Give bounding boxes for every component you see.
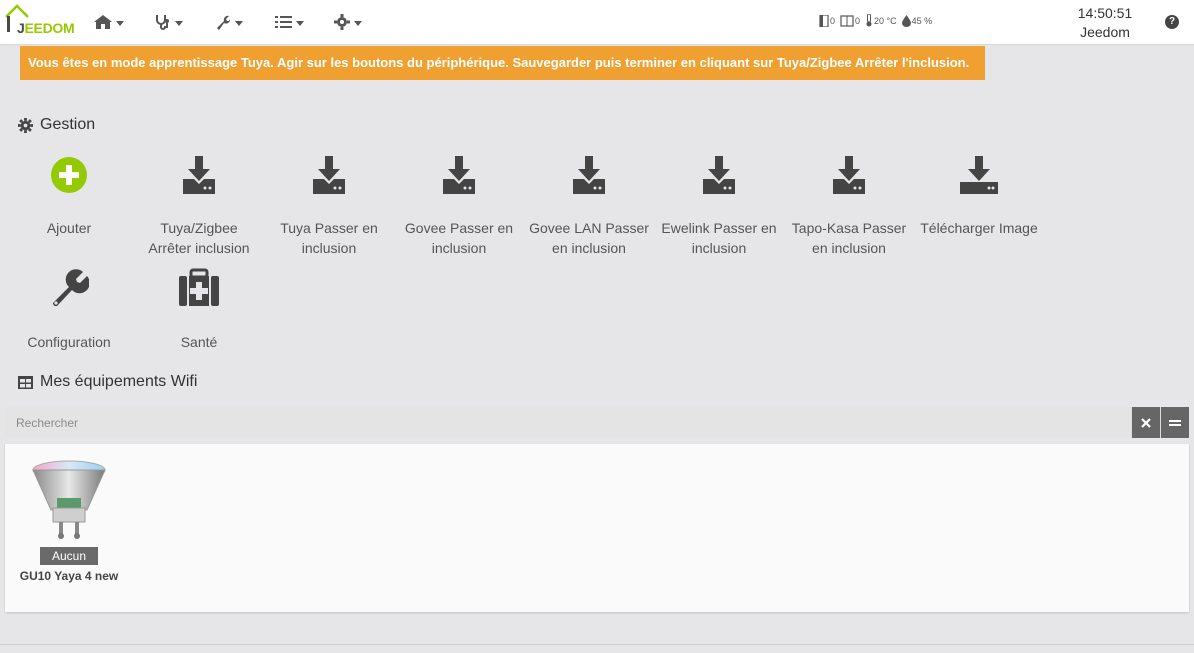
- tile-label: Ajouter: [46, 220, 92, 236]
- plus-circle-icon: [51, 157, 87, 193]
- add-equipment-button[interactable]: Ajouter: [4, 156, 134, 238]
- download-icon: [573, 156, 605, 194]
- tuya-inclusion-button[interactable]: Tuya Passer en inclusion: [264, 156, 394, 258]
- tuya-zigbee-stop-inclusion-button[interactable]: Tuya/Zigbee Arrêter inclusion: [134, 156, 264, 258]
- download-icon: [313, 156, 345, 194]
- search-input[interactable]: [5, 407, 1131, 438]
- nav-menu-analysis[interactable]: [155, 12, 183, 32]
- home-icon: [94, 15, 112, 29]
- top-navbar: JEEDOM 0 0 20 °C 45 % 14:50:51 Jeedom ?: [0, 0, 1194, 45]
- table-icon: [18, 375, 33, 389]
- door-icon: [819, 14, 829, 27]
- clear-search-button[interactable]: [1132, 407, 1160, 438]
- gear-icon: [18, 117, 33, 133]
- govee-lan-inclusion-button[interactable]: Govee LAN Passer en inclusion: [524, 156, 654, 258]
- tile-label: Tuya/Zigbee Arrêter inclusion: [148, 220, 250, 256]
- tile-label: Tuya Passer en inclusion: [280, 220, 378, 256]
- humidity-value: 45 %: [911, 15, 933, 26]
- temperature-value: 20 °C: [874, 15, 897, 26]
- close-icon: [1141, 417, 1151, 428]
- gestion-title-text: Gestion: [40, 116, 96, 133]
- nav-menu-plugins[interactable]: [275, 12, 304, 32]
- chevron-down-icon: [235, 20, 243, 26]
- chevron-down-icon: [175, 20, 183, 26]
- door-count: 0: [830, 15, 836, 26]
- nav-menu-tools[interactable]: [215, 12, 243, 32]
- equals-icon: [1169, 419, 1181, 426]
- inclusion-mode-alert: Vous êtes en mode apprentissage Tuya. Ag…: [20, 46, 985, 80]
- toggle-view-button[interactable]: [1161, 407, 1189, 438]
- tapo-kasa-inclusion-button[interactable]: Tapo-Kasa Passer en inclusion: [784, 156, 914, 258]
- nav-menu-settings[interactable]: [334, 12, 362, 32]
- window-icon: [840, 14, 854, 27]
- tile-label: Tapo-Kasa Passer en inclusion: [791, 220, 907, 256]
- user-name[interactable]: Jeedom: [1060, 23, 1150, 42]
- tile-label: Santé: [180, 334, 218, 350]
- download-drive-icon: [960, 156, 998, 194]
- stethoscope-icon: [156, 15, 169, 30]
- equipment-list-panel: Aucun GU10 Yaya 4 new: [5, 444, 1189, 612]
- equipments-section-title: Mes équipements Wifi: [18, 373, 197, 391]
- equipments-title-text: Mes équipements Wifi: [40, 373, 198, 390]
- health-button[interactable]: Santé: [134, 268, 264, 352]
- clock-time: 14:50:51: [1077, 5, 1133, 21]
- download-image-button[interactable]: Télécharger Image: [914, 156, 1044, 238]
- gestion-section-title: Gestion: [18, 116, 95, 134]
- download-icon: [443, 156, 475, 194]
- logo-wordmark: JEEDOM: [17, 20, 75, 36]
- tile-label: Configuration: [27, 334, 111, 350]
- download-icon: [703, 156, 735, 194]
- search-bar: [5, 407, 1189, 438]
- footer-divider: [0, 644, 1194, 645]
- equipment-name: GU10 Yaya 4 new: [19, 569, 119, 583]
- window-count: 0: [855, 15, 861, 26]
- jeedom-logo[interactable]: JEEDOM: [4, 3, 78, 39]
- tile-label: Govee Passer en inclusion: [404, 220, 514, 256]
- equipment-card[interactable]: Aucun GU10 Yaya 4 new: [17, 460, 121, 583]
- tile-label: Télécharger Image: [920, 220, 1038, 236]
- help-icon[interactable]: ?: [1165, 15, 1179, 29]
- tile-label: Govee LAN Passer en inclusion: [529, 220, 649, 256]
- configuration-button[interactable]: Configuration: [4, 268, 134, 352]
- temperature-summary[interactable]: 20 °C: [865, 14, 897, 27]
- tile-label: Ewelink Passer en inclusion: [661, 220, 777, 256]
- download-icon: [833, 156, 865, 194]
- list-check-icon: [275, 16, 292, 28]
- water-drop-icon: [901, 14, 911, 27]
- humidity-summary[interactable]: 45 %: [901, 14, 933, 27]
- gu10-bulb-image: [32, 460, 106, 539]
- object-badge: Aucun: [40, 547, 98, 565]
- summary-widgets: 0 0 20 °C 45 %: [819, 14, 932, 27]
- gear-icon: [334, 14, 350, 30]
- chevron-down-icon: [116, 20, 124, 26]
- wrench-icon: [52, 269, 89, 307]
- window-summary[interactable]: 0: [840, 14, 861, 27]
- ewelink-inclusion-button[interactable]: Ewelink Passer en inclusion: [654, 156, 784, 258]
- nav-menu-home[interactable]: [94, 12, 124, 32]
- wrench-icon: [217, 15, 231, 30]
- door-summary[interactable]: 0: [819, 14, 836, 27]
- chevron-down-icon: [354, 20, 362, 26]
- govee-inclusion-button[interactable]: Govee Passer en inclusion: [394, 156, 524, 258]
- thermometer-icon: [866, 14, 872, 27]
- download-icon: [183, 156, 215, 194]
- chevron-down-icon: [296, 20, 304, 26]
- clock-user-block: 14:50:51 Jeedom: [1060, 4, 1150, 42]
- medkit-icon: [179, 268, 219, 306]
